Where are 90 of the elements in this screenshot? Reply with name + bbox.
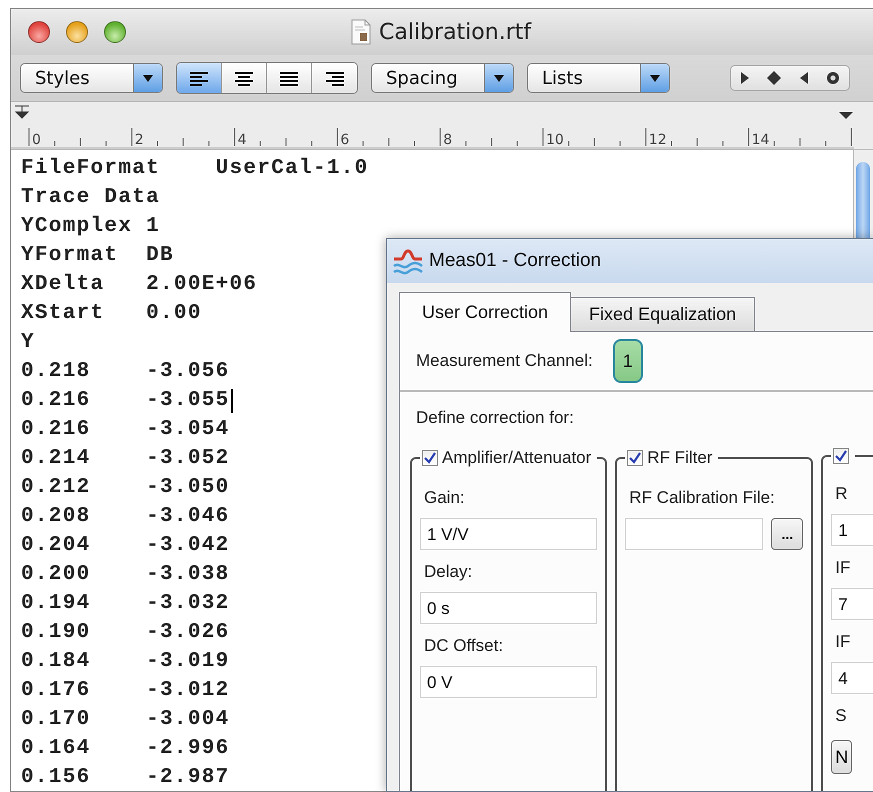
input-field[interactable]: 0 s [420,592,598,624]
align-right-button[interactable] [312,63,357,93]
text-line: XDelta 2.00E+06 [21,272,258,298]
field-label: IF [834,631,852,653]
ruler[interactable]: 0 2 4 6 8 10 12 14 [11,102,873,150]
checkbox-label[interactable]: Amplifier/Attenuator [442,448,592,468]
text-line: 0.214 -3.052 [21,446,230,472]
caret-icon [142,74,154,82]
text-line: 0.190 -3.026 [21,620,230,646]
document-icon [351,19,371,45]
window-title: Calibration.rtf [379,20,532,44]
left-triangle-icon [798,71,809,85]
align-justify-button[interactable] [267,63,312,93]
text-line: 0.156 -2.987 [21,765,230,784]
text-line: 0.218 -3.056 [21,359,230,385]
ruler-label: 14 [752,132,770,148]
input-field[interactable]: 1 V/V [420,518,598,550]
text-line: 0.200 -3.038 [21,562,230,588]
circle-icon [826,71,840,85]
text-line: Trace Data [21,185,160,211]
ruler-label: 12 [648,132,667,148]
input-field[interactable] [625,518,764,550]
ruler-label: 10 [546,132,564,148]
field-label: IF [834,557,852,579]
align-left-button[interactable] [177,63,222,93]
tab[interactable]: Fixed Equalization [570,297,756,331]
field-label: Delay: [423,561,474,583]
text-line: 0.194 -3.032 [21,591,230,617]
field-label: S [834,705,848,727]
text-line: YFormat DB [21,243,174,269]
field-label: RF Calibration File: [628,487,776,509]
alignment-control[interactable] [176,62,358,94]
align-justify-icon [280,70,298,86]
input-field[interactable]: 7 [831,588,873,620]
ruler-label: 2 [134,132,144,148]
dialog-title: Meas01 - Correction [429,250,602,272]
channel-button[interactable]: 1 [612,339,643,383]
indent-marker-icon[interactable] [14,106,30,118]
wave-icon [393,247,423,275]
checkbox[interactable] [422,450,438,466]
right-margin-marker-icon[interactable] [839,112,853,119]
text-line: 0.170 -3.004 [21,707,230,733]
checkbox-label[interactable]: RF Filter [647,448,712,468]
ruler-label: 6 [340,132,350,148]
align-left-icon [190,70,208,86]
browse-button[interactable]: ... [771,518,804,550]
text-line: 0.216 -3.055 [21,388,230,414]
checkbox[interactable] [833,448,850,464]
align-center-button[interactable] [222,63,267,93]
align-center-icon [235,70,253,86]
caret-icon [493,74,505,82]
check-icon [629,452,642,464]
tab[interactable]: User Correction [399,292,572,332]
styles-popup[interactable]: Styles [20,63,163,93]
text-line: XStart 0.00 [21,301,202,327]
navigation-control[interactable] [730,65,850,91]
checkbox[interactable] [627,450,644,466]
diamond-icon [767,71,782,85]
text-line: 0.164 -2.996 [21,736,230,762]
text-line: 0.184 -3.019 [21,649,230,675]
input-field[interactable]: 0 V [420,666,598,698]
text-line: 0.216 -3.054 [21,417,230,443]
dropdown-button[interactable]: N [831,740,852,774]
ruler-label: 0 [32,132,41,148]
spacing-popup[interactable]: Spacing [371,63,514,93]
input-field[interactable]: 4 [831,662,873,694]
text-line: Y [21,330,35,356]
text-line: 0.208 -3.046 [21,504,230,530]
caret-icon [649,74,661,82]
check-icon [835,450,848,462]
text-line: 0.204 -3.042 [21,533,230,559]
text-line: YComplex 1 [21,214,160,240]
field-label: Gain: [423,487,466,509]
zoom-button[interactable] [104,21,126,43]
text-line: 0.176 -3.012 [21,678,230,704]
section-label: Define correction for: [416,408,574,427]
right-triangle-icon [740,71,750,85]
text-line: 0.212 -3.050 [21,475,230,501]
field-label: DC Offset: [423,635,504,657]
text-line: FileFormat UserCal-1.0 [21,156,369,182]
input-field[interactable]: 1 [831,514,873,546]
align-right-icon [326,70,344,86]
field-label: Measurement Channel: [416,351,593,371]
ruler-label: 4 [238,132,247,148]
field-label: R [834,483,849,505]
check-icon [424,452,436,464]
ruler-label: 8 [443,132,452,148]
lists-popup[interactable]: Lists [527,63,670,93]
minimize-button[interactable] [66,21,88,43]
close-button[interactable] [28,21,50,43]
